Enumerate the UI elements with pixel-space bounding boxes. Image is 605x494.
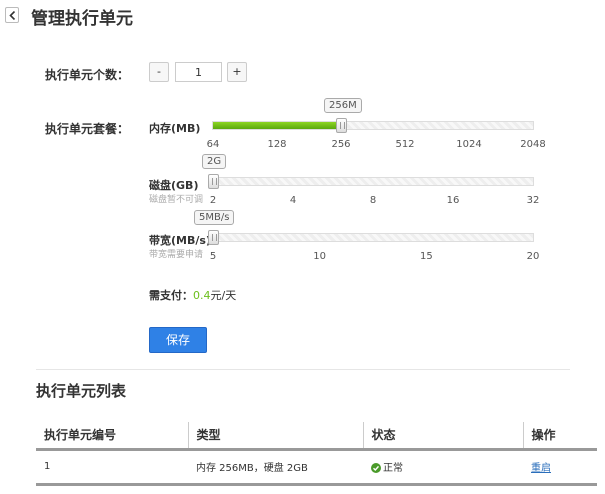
price-amount: 0.4 bbox=[193, 289, 211, 302]
disk-label: 磁盘(GB) bbox=[149, 179, 199, 192]
memory-tick-label: 2048 bbox=[520, 139, 546, 150]
memory-tick-label: 1024 bbox=[456, 139, 482, 150]
memory-slider-handle[interactable] bbox=[336, 118, 347, 133]
column-header-id: 执行单元编号 bbox=[36, 422, 189, 451]
unit-table: 执行单元编号 类型 状态 操作 1 内存 256MB，硬盘 2GB 正常 重启 bbox=[36, 422, 597, 486]
memory-tick-label: 128 bbox=[267, 139, 287, 150]
disk-tick-label: 16 bbox=[446, 195, 460, 206]
count-label: 执行单元个数： bbox=[45, 68, 130, 82]
memory-tick-label: 512 bbox=[395, 139, 415, 150]
cell-id: 1 bbox=[36, 449, 188, 486]
disk-tick-label: 2 bbox=[209, 195, 217, 206]
memory-label: 内存(MB) bbox=[149, 122, 201, 135]
cell-action: 重启 bbox=[523, 449, 597, 486]
count-input[interactable] bbox=[175, 62, 222, 82]
bandwidth-tick-label: 10 bbox=[313, 251, 327, 262]
price-summary: 需支付：0.4元/天 bbox=[149, 287, 236, 303]
disk-value-bubble: 2G bbox=[202, 154, 227, 169]
table-header-row: 执行单元编号 类型 状态 操作 bbox=[36, 422, 597, 451]
bandwidth-tick-label: 5 bbox=[209, 251, 217, 262]
disk-slider-handle[interactable] bbox=[208, 174, 219, 189]
bandwidth-slider[interactable] bbox=[208, 230, 534, 245]
disk-slider[interactable] bbox=[208, 174, 534, 189]
column-header-action: 操作 bbox=[523, 422, 597, 451]
cell-status: 正常 bbox=[363, 449, 523, 486]
page-title: 管理执行单元 bbox=[31, 9, 133, 29]
bandwidth-tick-label: 20 bbox=[526, 251, 540, 262]
memory-tick-label: 64 bbox=[206, 139, 220, 150]
check-circle-icon bbox=[371, 463, 381, 473]
memory-value-bubble: 256M bbox=[324, 98, 362, 113]
decrement-button[interactable]: - bbox=[149, 62, 169, 82]
section-divider bbox=[36, 369, 570, 370]
price-label: 需支付： bbox=[149, 289, 193, 302]
bandwidth-value-bubble: 5MB/s bbox=[194, 210, 235, 225]
list-title: 执行单元列表 bbox=[36, 382, 127, 400]
disk-tick-label: 32 bbox=[526, 195, 540, 206]
cell-type: 内存 256MB，硬盘 2GB bbox=[188, 449, 363, 486]
bandwidth-label: 带宽(MB/s) bbox=[149, 234, 211, 247]
memory-slider-fill bbox=[213, 122, 341, 129]
disk-tick-label: 4 bbox=[289, 195, 297, 206]
bandwidth-slider-handle[interactable] bbox=[208, 230, 219, 245]
memory-tick-label: 256 bbox=[331, 139, 351, 150]
bandwidth-note: 带宽需要申请 bbox=[149, 250, 204, 260]
save-button[interactable]: 保存 bbox=[149, 327, 207, 353]
bandwidth-tick-label: 15 bbox=[419, 251, 433, 262]
back-button[interactable] bbox=[5, 7, 19, 23]
price-unit: 元/天 bbox=[210, 289, 237, 302]
column-header-type: 类型 bbox=[188, 422, 364, 451]
disk-tick-label: 8 bbox=[369, 195, 377, 206]
chevron-left-icon bbox=[9, 11, 16, 20]
plan-label: 执行单元套餐： bbox=[45, 122, 130, 136]
table-row: 1 内存 256MB，硬盘 2GB 正常 重启 bbox=[36, 449, 597, 486]
memory-slider[interactable] bbox=[212, 118, 534, 133]
increment-button[interactable]: + bbox=[227, 62, 247, 82]
disk-note: 磁盘暂不可调 bbox=[149, 195, 204, 205]
restart-link[interactable]: 重启 bbox=[531, 463, 551, 474]
column-header-status: 状态 bbox=[363, 422, 524, 451]
status-text: 正常 bbox=[383, 463, 403, 474]
